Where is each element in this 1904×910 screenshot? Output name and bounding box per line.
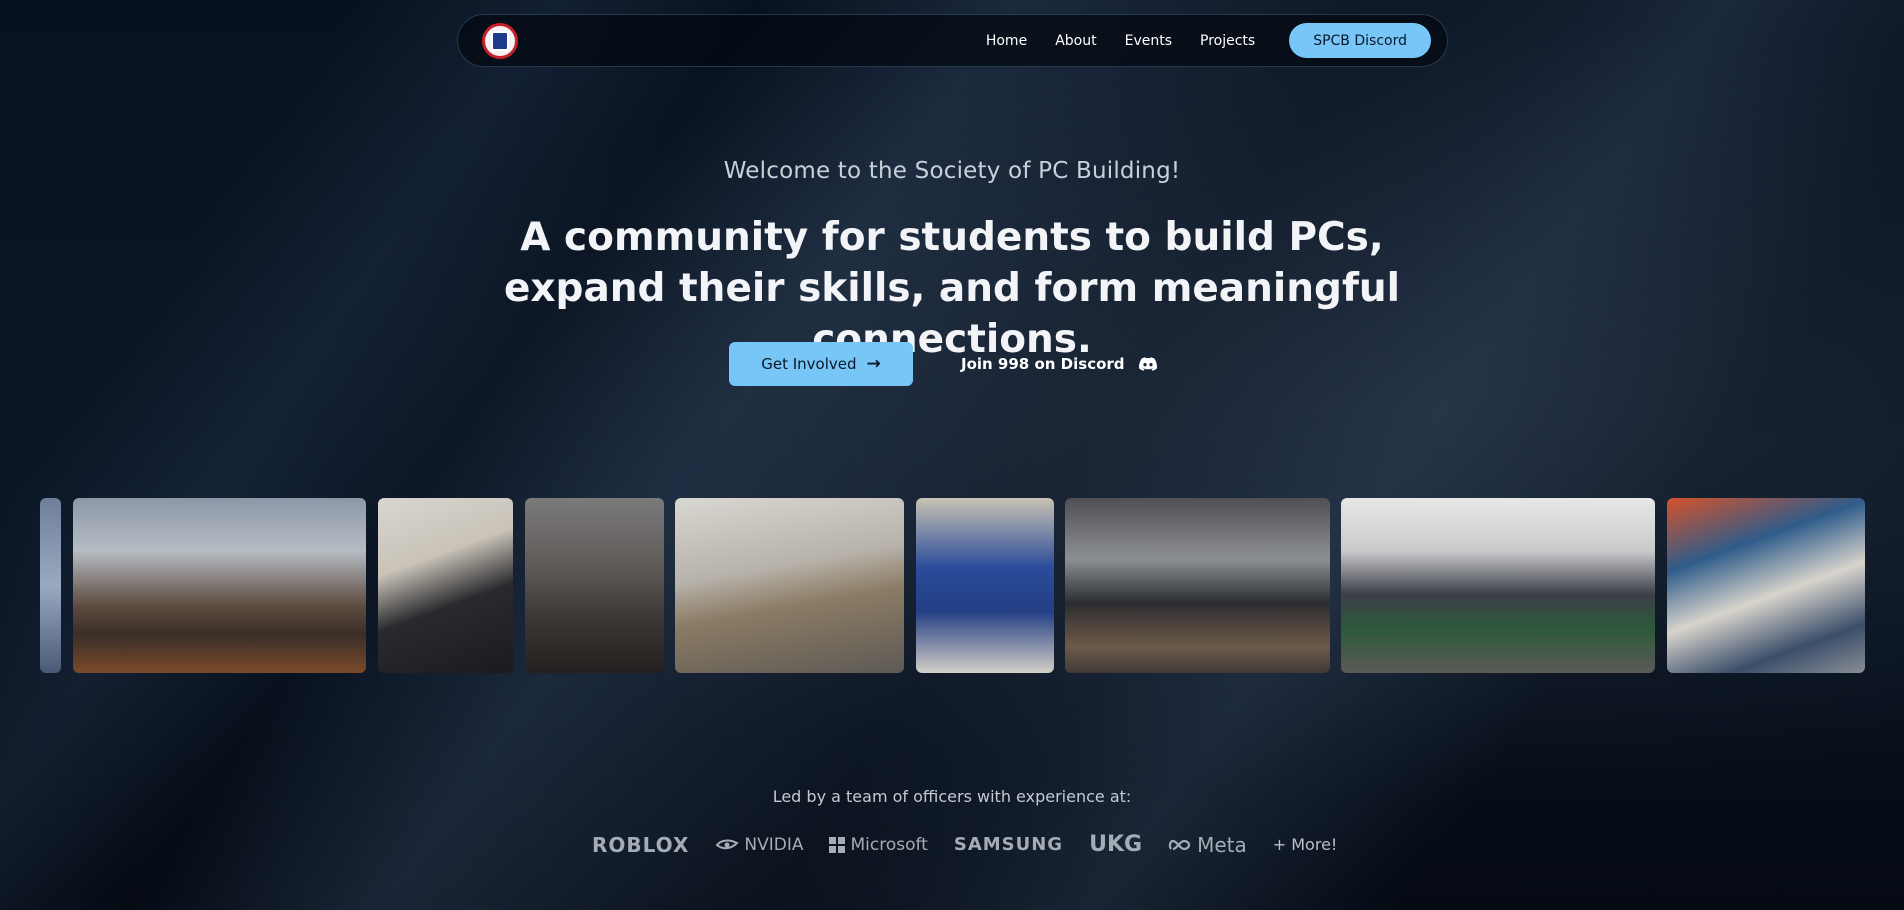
photo-gallery — [0, 498, 1904, 673]
gallery-photo-pizza-event — [1341, 498, 1655, 673]
nav-about-link[interactable]: About — [1055, 33, 1096, 49]
more-companies-link[interactable]: + More! — [1273, 835, 1338, 854]
gallery-photo-group — [73, 498, 366, 673]
discord-icon — [1138, 357, 1157, 371]
samsung-logo: SAMSUNG — [953, 834, 1064, 855]
gallery-photo-assembling-pc — [1667, 498, 1865, 673]
join-discord-label: Join 998 on Discord — [961, 355, 1125, 373]
hero-subtitle: Welcome to the Society of PC Building! — [723, 158, 1181, 184]
logo-emblem-icon — [491, 30, 509, 51]
arrow-right-icon: → — [866, 354, 881, 374]
nvidia-logo: NVIDIA — [715, 835, 803, 855]
hero-actions: Get Involved → Join 998 on Discord — [729, 342, 1157, 386]
nvidia-logo-text: NVIDIA — [744, 834, 804, 855]
gallery-photo-member — [40, 498, 61, 673]
nav-home-link[interactable]: Home — [986, 33, 1027, 49]
microsoft-logo-text: Microsoft — [850, 834, 928, 855]
meta-infinity-icon — [1168, 839, 1191, 850]
microsoft-grid-icon — [829, 836, 846, 853]
join-discord-button[interactable]: Join 998 on Discord — [961, 342, 1157, 386]
roblox-logo: ROBLOX — [592, 832, 690, 857]
meta-logo: Meta — [1168, 833, 1247, 857]
officers-heading: Led by a team of officers with experienc… — [772, 787, 1132, 806]
page-background — [0, 0, 1904, 910]
microsoft-logo: Microsoft — [829, 834, 928, 855]
gallery-photo-racing-sim — [1065, 498, 1330, 673]
nav-events-link[interactable]: Events — [1125, 33, 1172, 49]
company-logos: ROBLOX NVIDIA Microsoft SAMSUNG UKG Meta… — [592, 832, 1337, 857]
gallery-photo-building-pc — [378, 498, 513, 673]
nvidia-eye-icon — [715, 839, 740, 849]
gallery-photo-audience — [525, 498, 664, 673]
nav-projects-link[interactable]: Projects — [1200, 33, 1255, 49]
gallery-photo-qr-code — [916, 498, 1054, 673]
get-involved-label: Get Involved — [761, 355, 857, 373]
get-involved-button[interactable]: Get Involved → — [729, 342, 913, 386]
top-navbar: Home About Events Projects SPCB Discord — [457, 14, 1448, 67]
spcb-logo[interactable] — [482, 22, 518, 59]
gallery-photo-gpu — [675, 498, 904, 673]
nav-links: Home About Events Projects SPCB Discord — [986, 23, 1431, 58]
meta-logo-text: Meta — [1197, 832, 1247, 857]
ukg-logo: UKG — [1089, 832, 1143, 857]
spcb-discord-button[interactable]: SPCB Discord — [1289, 23, 1431, 58]
